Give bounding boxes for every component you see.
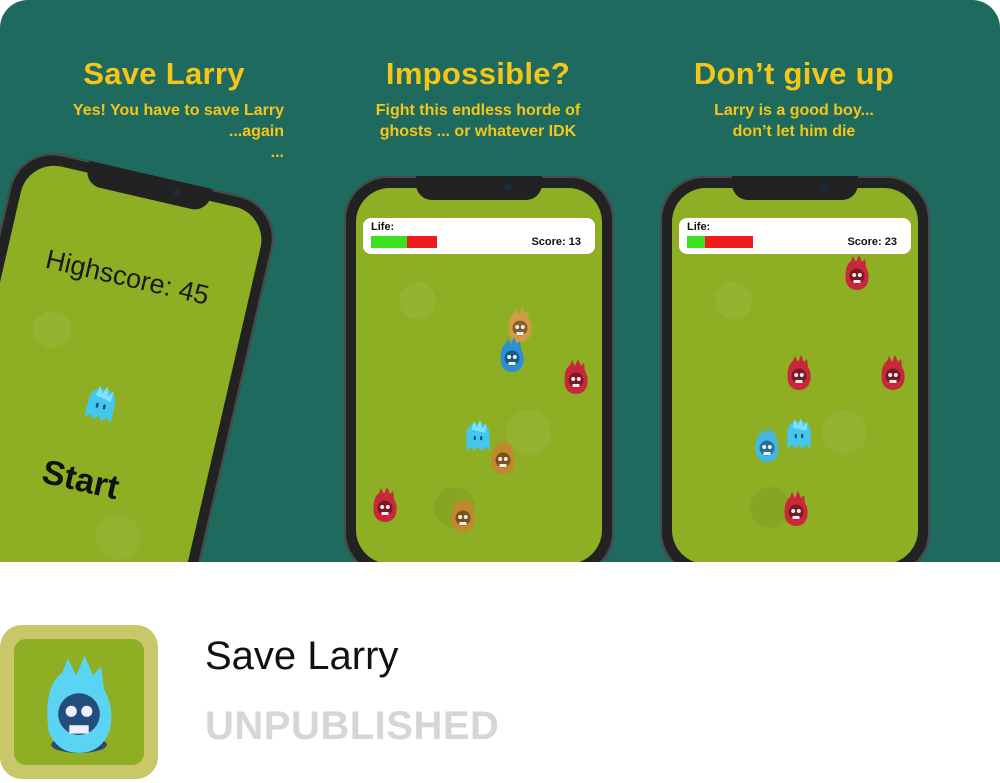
game-screen: Highscore: 45 Start <box>0 159 269 562</box>
caption-title: Impossible? <box>385 56 571 91</box>
red-skull-ghost-icon <box>845 255 869 290</box>
caption-subtitle-line: ghosts ... or whatever IDK <box>379 123 577 140</box>
caption-impossible: Impossible? Fight this endless horde of … <box>328 54 628 142</box>
red-skull-ghost-icon <box>881 355 905 390</box>
caption-title: Don’t give up <box>693 56 895 91</box>
blue-skull-ghost-icon <box>500 337 524 372</box>
blue-skull-ghost-icon <box>755 427 779 462</box>
phone-notch <box>732 176 858 200</box>
life-label: Life: <box>687 221 711 233</box>
caption-dont-give-up: Don’t give up Larry is a good boy... don… <box>644 54 944 142</box>
app-icon-background <box>14 639 144 765</box>
red-skull-ghost-icon <box>784 491 808 526</box>
red-skull-ghost-icon <box>373 487 397 522</box>
score-label: Score: 23 <box>847 236 897 248</box>
screenshot-banner: Save Larry Yes! You have to save Larry .… <box>0 0 1000 562</box>
blue-skull-ghost-icon <box>47 655 112 753</box>
caption-save-larry: Save Larry Yes! You have to save Larry .… <box>14 54 314 163</box>
life-bar-fill <box>371 236 408 248</box>
larry-ghost-icon <box>787 418 811 449</box>
brown-skull-ghost-icon <box>491 439 515 474</box>
life-bar <box>687 236 753 248</box>
brown-skull-ghost-icon <box>451 497 475 532</box>
phone-mockup-gameplay-1: Life: Score: 13 <box>344 176 614 562</box>
life-bar <box>371 236 437 248</box>
caption-subtitle-line: Larry is a good boy... <box>714 102 874 119</box>
phone-notch <box>416 176 542 200</box>
red-skull-ghost-icon <box>564 359 588 394</box>
app-status-label: UNPUBLISHED <box>205 704 500 748</box>
life-label: Life: <box>371 221 395 233</box>
life-bar-fill <box>687 236 705 248</box>
start-button[interactable]: Start <box>0 434 205 527</box>
caption-subtitle-line: don’t let him die <box>732 123 856 140</box>
caption-subtitle-line: Fight this endless horde of <box>375 102 581 119</box>
game-screen: Life: Score: 23 <box>672 188 918 562</box>
caption-subtitle-line: ...again <box>228 123 284 140</box>
hud-bar: Life: Score: 13 <box>363 218 595 254</box>
app-name: Save Larry <box>205 634 399 678</box>
score-label: Score: 13 <box>531 236 581 248</box>
caption-title: Save Larry <box>83 56 245 91</box>
phone-mockup-title-screen: Highscore: 45 Start <box>0 144 283 562</box>
caption-subtitle-line: Yes! You have to save Larry <box>72 102 284 119</box>
game-screen: Life: Score: 13 <box>356 188 602 562</box>
larry-ghost-icon <box>84 382 119 424</box>
caption-subtitle: Fight this endless horde of ghosts ... o… <box>328 100 628 142</box>
hud-bar: Life: Score: 23 <box>679 218 911 254</box>
highscore-label: Highscore: 45 <box>42 243 212 311</box>
app-icon[interactable] <box>0 625 158 779</box>
phone-mockup-gameplay-2: Life: Score: 23 <box>660 176 930 562</box>
red-skull-ghost-icon <box>787 355 811 390</box>
caption-subtitle: Larry is a good boy... don’t let him die <box>644 100 944 142</box>
